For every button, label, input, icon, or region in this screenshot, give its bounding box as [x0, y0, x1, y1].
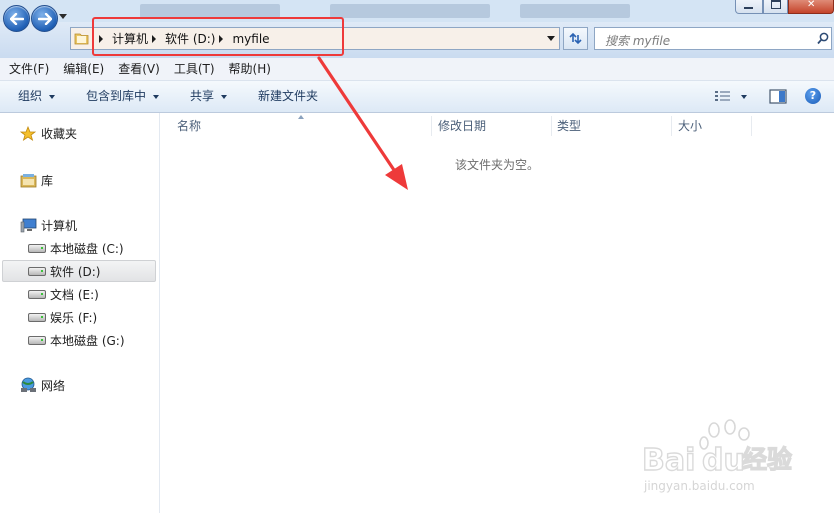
refresh-button[interactable]: [563, 27, 588, 50]
drive-icon: [28, 240, 46, 256]
search-box[interactable]: 搜索 myfile: [594, 27, 832, 50]
menu-edit[interactable]: 编辑(E): [58, 58, 109, 80]
minimize-button[interactable]: [735, 0, 763, 14]
address-bar[interactable]: 计算机 软件 (D:) myfile: [70, 27, 560, 50]
background-tab-ghost: [520, 4, 630, 18]
nav-drive-e-label: 文档 (E:): [50, 287, 99, 302]
chevron-down-icon: [153, 94, 160, 99]
network-icon: [19, 377, 37, 393]
watermark-brand-b: du: [702, 443, 745, 478]
breadcrumb-separator[interactable]: [219, 34, 224, 43]
back-button[interactable]: [3, 5, 30, 32]
organize-button[interactable]: 组织: [18, 81, 56, 112]
column-type[interactable]: 类型: [549, 113, 671, 139]
share-label: 共享: [190, 89, 215, 103]
star-icon: [19, 125, 37, 141]
nav-drive-e[interactable]: 文档 (E:): [28, 283, 99, 305]
arrow-right-icon: [37, 12, 52, 25]
include-in-library-button[interactable]: 包含到库中: [86, 81, 160, 112]
breadcrumb-separator[interactable]: [99, 34, 103, 43]
close-icon: ✕: [807, 0, 816, 10]
window-title-strip: [0, 0, 834, 22]
nav-network-label: 网络: [41, 378, 66, 393]
baidu-watermark: Bai du 经验 jingyan.baidu.com: [641, 419, 793, 493]
menu-tools[interactable]: 工具(T): [169, 58, 220, 80]
background-tab-ghost: [330, 4, 490, 18]
new-folder-button[interactable]: 新建文件夹: [258, 81, 318, 112]
preview-pane-icon[interactable]: [769, 89, 787, 104]
nav-drive-g-label: 本地磁盘 (G:): [50, 333, 125, 348]
window-controls: ✕: [735, 0, 834, 14]
share-button[interactable]: 共享: [190, 81, 228, 112]
breadcrumb-myfile[interactable]: myfile: [232, 32, 269, 46]
empty-folder-message: 该文件夹为空。: [454, 158, 539, 172]
close-button[interactable]: ✕: [788, 0, 834, 14]
view-options-dropdown[interactable]: [741, 95, 747, 99]
minimize-icon: [744, 6, 754, 9]
column-header-row: 名称 修改日期 类型 大小: [160, 113, 834, 139]
search-icon[interactable]: [817, 32, 829, 45]
nav-drive-c[interactable]: 本地磁盘 (C:): [28, 237, 124, 259]
search-placeholder: 搜索 myfile: [605, 34, 671, 48]
menu-view[interactable]: 查看(V): [113, 58, 165, 80]
view-options-icon[interactable]: [714, 90, 732, 103]
command-bar: 组织 包含到库中 共享 新建文件夹 ?: [0, 81, 834, 113]
nav-computer-label: 计算机: [41, 218, 78, 233]
menu-help[interactable]: 帮助(H): [224, 58, 276, 80]
breadcrumb-separator[interactable]: [152, 34, 157, 43]
forward-button[interactable]: [31, 5, 58, 32]
column-name[interactable]: 名称: [169, 113, 432, 139]
chevron-down-icon: [49, 94, 56, 99]
nav-drive-g[interactable]: 本地磁盘 (G:): [28, 329, 125, 351]
nav-drive-f[interactable]: 娱乐 (F:): [28, 306, 97, 328]
folder-icon: [74, 33, 89, 45]
help-icon[interactable]: ?: [805, 88, 821, 104]
menu-bar: 文件(F) 编辑(E) 查看(V) 工具(T) 帮助(H): [0, 58, 834, 81]
nav-drive-c-label: 本地磁盘 (C:): [50, 241, 124, 256]
column-modified-date[interactable]: 修改日期: [430, 113, 552, 139]
drive-icon: [28, 263, 46, 279]
watermark-brand-a: Bai: [642, 443, 695, 478]
background-tab-ghost: [140, 4, 280, 18]
nav-favorites[interactable]: 收藏夹: [19, 122, 77, 144]
column-size[interactable]: 大小: [670, 113, 752, 139]
organize-label: 组织: [18, 89, 43, 103]
include-in-library-label: 包含到库中: [86, 89, 147, 103]
drive-icon: [28, 309, 46, 325]
computer-icon: [19, 217, 37, 233]
nav-drive-d-label: 软件 (D:): [50, 264, 101, 279]
column-separator[interactable]: [751, 116, 752, 136]
menu-file[interactable]: 文件(F): [4, 58, 54, 80]
nav-computer[interactable]: 计算机: [19, 214, 77, 236]
nav-network[interactable]: 网络: [19, 374, 65, 396]
breadcrumb: 计算机 软件 (D:) myfile: [95, 28, 270, 49]
breadcrumb-computer[interactable]: 计算机: [112, 30, 148, 47]
address-history-dropdown[interactable]: [547, 36, 555, 41]
nav-drive-f-label: 娱乐 (F:): [50, 310, 98, 325]
breadcrumb-drive-d[interactable]: 软件 (D:): [165, 30, 215, 47]
watermark-brand-cn: 经验: [742, 445, 792, 474]
refresh-icon: [569, 32, 582, 45]
drive-icon: [28, 332, 46, 348]
arrow-left-icon: [9, 12, 24, 25]
drive-icon: [28, 286, 46, 302]
library-icon: [19, 172, 37, 188]
nav-libraries-label: 库: [41, 173, 54, 188]
nav-favorites-label: 收藏夹: [41, 126, 78, 141]
nav-libraries[interactable]: 库: [19, 169, 53, 191]
watermark-url: jingyan.baidu.com: [643, 479, 755, 493]
navigation-pane: 收藏夹 库 计算机 本地磁盘 (C:) 软件 (D:) 文档 (E:) 娱乐 (…: [0, 113, 160, 513]
nav-drive-d[interactable]: 软件 (D:): [28, 260, 100, 282]
maximize-icon: [770, 0, 781, 9]
new-folder-label: 新建文件夹: [258, 89, 319, 103]
chevron-down-icon: [221, 94, 228, 99]
recent-pages-dropdown[interactable]: [59, 14, 67, 19]
maximize-button[interactable]: [762, 0, 789, 14]
